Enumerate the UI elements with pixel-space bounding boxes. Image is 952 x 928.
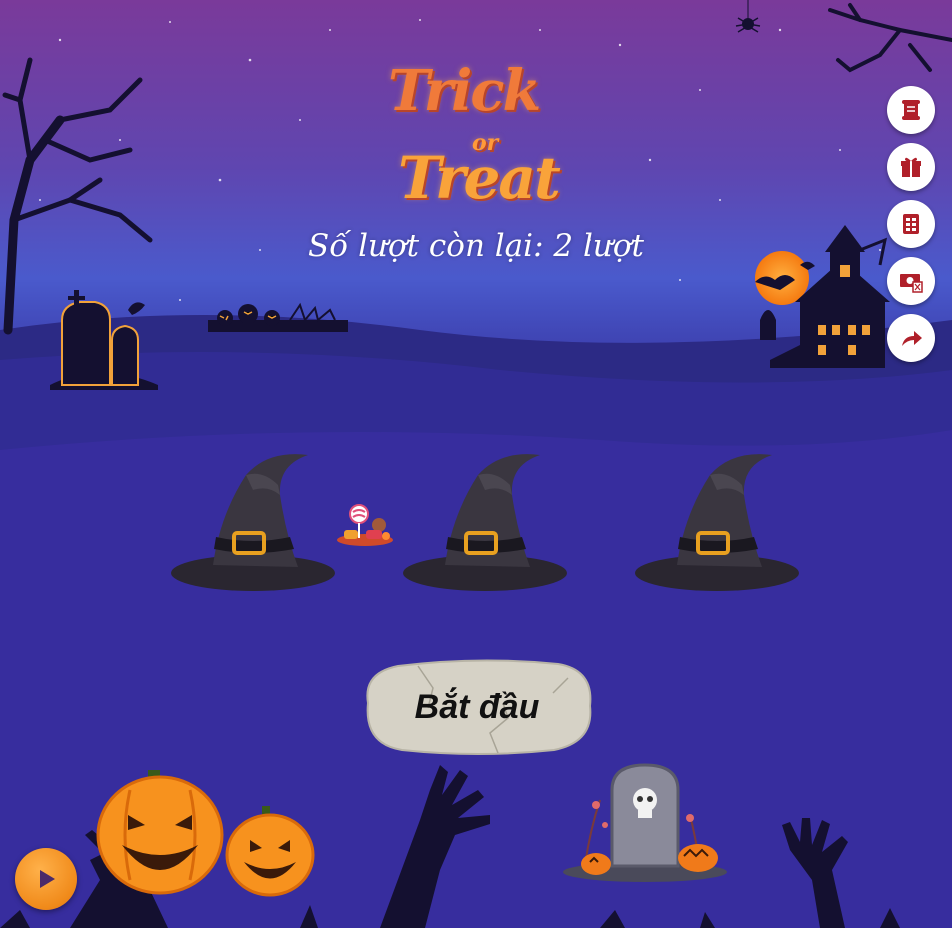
gift-button[interactable] — [887, 143, 935, 191]
game-stage: Trick or Treat Số lượt còn lại: 2 lượt B… — [0, 0, 952, 928]
prize-button[interactable] — [887, 257, 935, 305]
logo-trick: Trick — [388, 58, 541, 124]
tree-left — [2, 57, 153, 335]
start-button[interactable]: Bắt đầu — [358, 658, 596, 756]
share-button[interactable] — [887, 314, 935, 362]
share-icon — [902, 331, 922, 346]
logo-treat: Treat — [398, 144, 561, 212]
play-icon — [40, 870, 55, 888]
tree-top-right — [828, 3, 952, 73]
rules-scroll-icon — [902, 100, 920, 120]
trick-or-treat-logo: Trick or Treat — [380, 58, 570, 228]
candy-pile — [337, 504, 393, 546]
play-button[interactable] — [15, 848, 77, 910]
turns-remaining-text: Số lượt còn lại: 2 lượt — [308, 228, 644, 264]
distant-pumpkins — [208, 302, 348, 332]
witch-hat-3[interactable] — [632, 445, 802, 595]
list-button[interactable] — [887, 200, 935, 248]
gift-icon — [901, 157, 921, 177]
prize-ticket-icon — [900, 274, 923, 293]
list-icon — [903, 214, 919, 234]
spider — [735, 0, 761, 33]
rules-button[interactable] — [887, 86, 935, 134]
start-button-label: Bắt đầu — [414, 687, 540, 726]
witch-hat-2[interactable] — [400, 445, 570, 595]
witch-hat-1[interactable] — [168, 445, 338, 595]
